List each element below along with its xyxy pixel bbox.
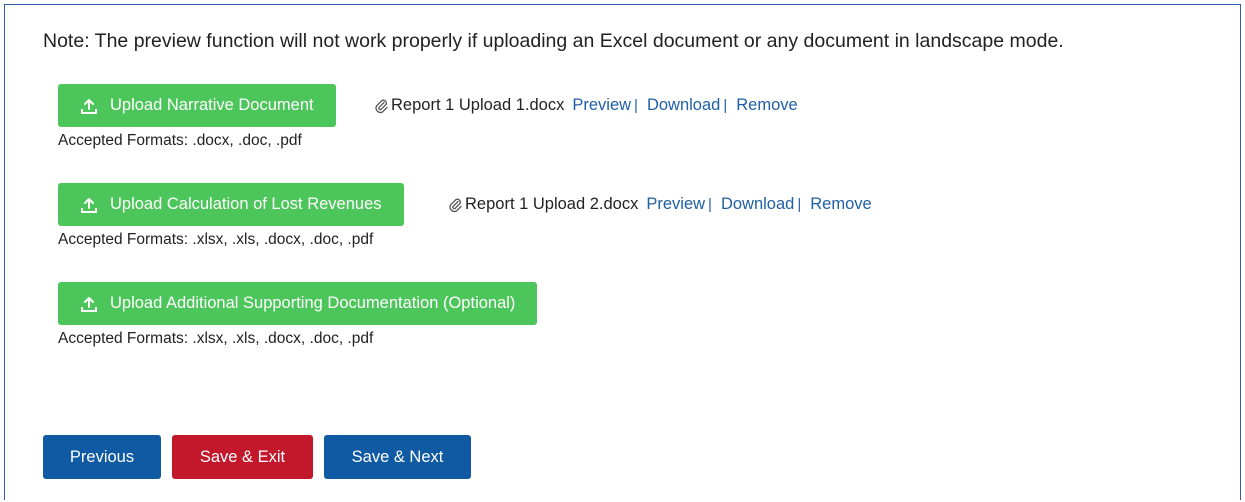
save-exit-button[interactable]: Save & Exit (172, 435, 313, 479)
preview-link[interactable]: Preview (572, 96, 631, 115)
upload-calculation-button[interactable]: Upload Calculation of Lost Revenues (58, 183, 404, 226)
upload-icon (80, 295, 98, 313)
upload-calculation-label: Upload Calculation of Lost Revenues (110, 195, 382, 213)
uploaded-file-1: Report 1 Upload 1.docx Preview | Download… (373, 96, 798, 115)
remove-link[interactable]: Remove (736, 96, 797, 115)
uploaded-file-2: Report 1 Upload 2.docx Preview | Download… (447, 195, 872, 214)
paperclip-icon (373, 98, 389, 114)
save-next-button[interactable]: Save & Next (324, 435, 471, 479)
upload-panel: Note: The preview function will not work… (4, 4, 1241, 500)
paperclip-icon (447, 197, 463, 213)
upload-supporting-docs-button[interactable]: Upload Additional Supporting Documentati… (58, 282, 538, 325)
upload-icon (80, 97, 98, 115)
preview-link[interactable]: Preview (646, 195, 705, 214)
upload-supporting-docs-label: Upload Additional Supporting Documentati… (110, 294, 516, 312)
link-separator: | (797, 196, 802, 213)
upload-icon (80, 196, 98, 214)
link-separator: | (723, 97, 728, 114)
file-name: Report 1 Upload 1.docx (391, 96, 565, 114)
remove-link[interactable]: Remove (810, 195, 871, 214)
preview-note: Note: The preview function will not work… (43, 30, 1064, 52)
accepted-formats-3: Accepted Formats: .xlsx, .xls, .docx, .d… (58, 330, 374, 347)
previous-button[interactable]: Previous (43, 435, 161, 479)
file-name: Report 1 Upload 2.docx (465, 195, 639, 213)
accepted-formats-2: Accepted Formats: .xlsx, .xls, .docx, .d… (58, 231, 374, 248)
link-separator: | (634, 97, 638, 114)
upload-narrative-button[interactable]: Upload Narrative Document (58, 84, 336, 127)
link-separator: | (708, 196, 712, 213)
download-link[interactable]: Download (721, 195, 794, 214)
download-link[interactable]: Download (647, 96, 720, 115)
accepted-formats-1: Accepted Formats: .docx, .doc, .pdf (58, 132, 302, 149)
upload-narrative-label: Upload Narrative Document (110, 96, 314, 114)
